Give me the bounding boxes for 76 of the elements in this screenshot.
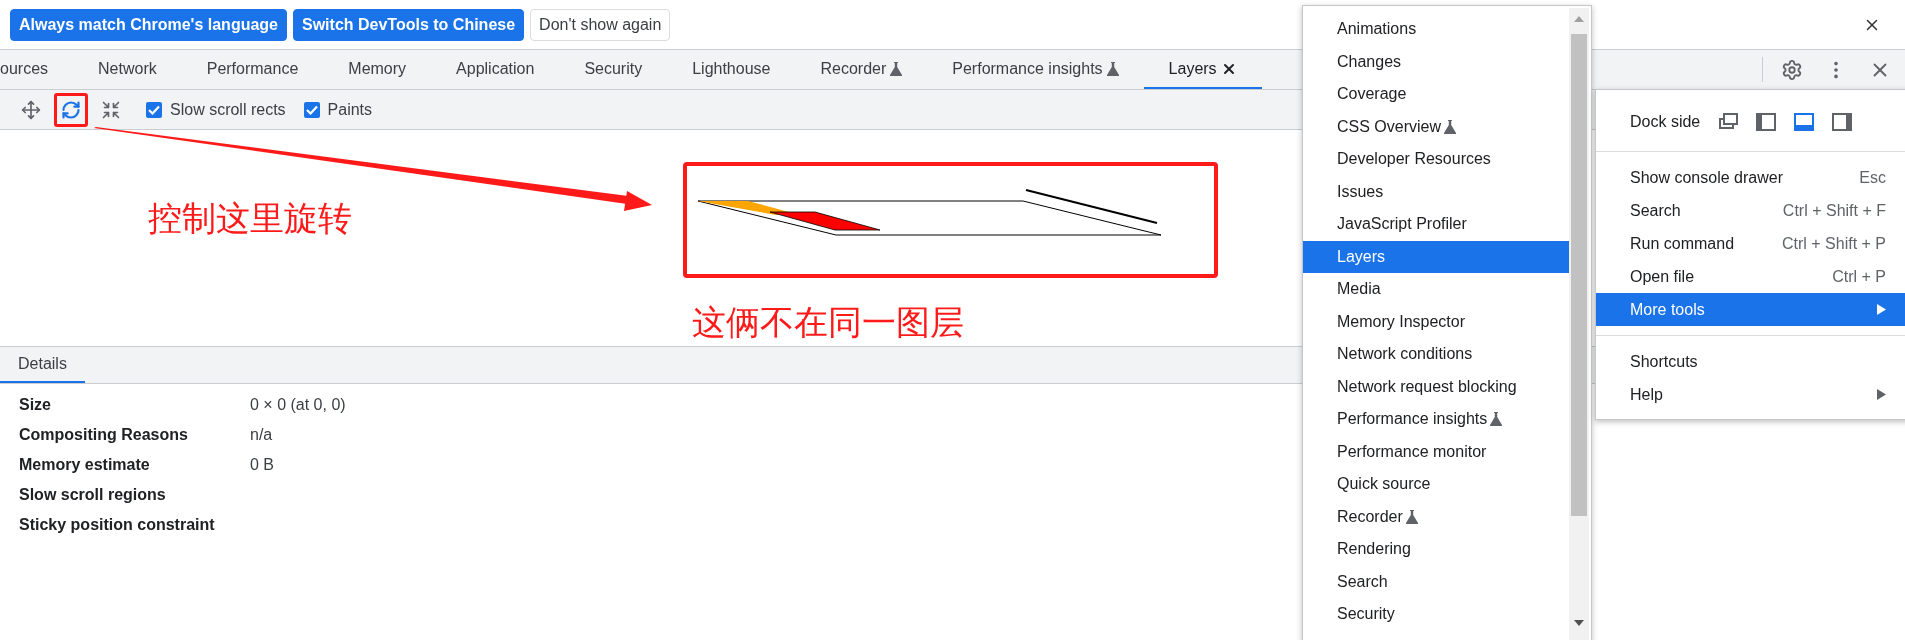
dock-side-label: Dock side [1630, 113, 1701, 131]
detail-value: 0 × 0 (at 0, 0) [250, 395, 346, 415]
detail-label: Compositing Reasons [19, 425, 189, 445]
panel-tab[interactable]: Security [559, 50, 668, 89]
detail-label: Sticky position constraint [19, 515, 216, 535]
menu-item[interactable]: Help [1596, 378, 1905, 411]
annotation-text: 这俩不在同一图层 [692, 301, 964, 344]
menu-item[interactable]: Layers [1303, 240, 1569, 273]
detail-label: Slow scroll regions [19, 485, 167, 505]
shortcut-text: Ctrl + P [1832, 267, 1886, 286]
menu-item[interactable]: Run command Ctrl + Shift + P [1596, 227, 1905, 260]
move-icon [21, 99, 41, 120]
menu-item[interactable]: Issues [1303, 175, 1569, 208]
panel-tab[interactable]: Memory [323, 50, 432, 89]
menu-item[interactable]: Memory Inspector [1303, 305, 1569, 338]
menu-item[interactable]: Rendering [1303, 533, 1569, 566]
panel-tab[interactable]: ources [0, 50, 74, 89]
panel-tab[interactable]: Performance [181, 50, 324, 89]
checkbox[interactable] [303, 101, 320, 118]
menu-item[interactable]: Recorder [1303, 500, 1569, 533]
checkbox-label: Slow scroll rects [170, 100, 286, 119]
flask-icon [890, 61, 903, 76]
menu-item[interactable]: Shortcuts [1596, 345, 1905, 378]
scroll-down-icon[interactable] [1574, 620, 1584, 626]
menu-item[interactable]: JavaScript Profiler [1303, 208, 1569, 241]
checkbox-label: Paints [327, 100, 373, 119]
annotation-text: 控制这里旋转 [148, 197, 352, 240]
panel-tab[interactable]: Network [73, 50, 182, 89]
menu-item[interactable]: Performance insights [1303, 403, 1569, 436]
menu-item[interactable]: Show console drawer Esc [1596, 161, 1905, 194]
detail-value: 0 B [250, 455, 274, 475]
shortcut-text: Ctrl + Shift + P [1781, 234, 1886, 253]
detail-label: Memory estimate [19, 455, 151, 475]
infobar-button[interactable]: Don't show again [530, 8, 671, 41]
menu-item[interactable]: Security [1303, 598, 1569, 631]
flask-icon [1405, 509, 1418, 524]
menu-item[interactable]: Coverage [1303, 78, 1569, 111]
rotate-icon [61, 99, 81, 120]
menu-item[interactable]: More tools [1596, 293, 1905, 326]
scrollbar[interactable] [1569, 8, 1589, 640]
details-tab[interactable]: Details [0, 347, 85, 383]
submenu-arrow-icon [1877, 389, 1886, 400]
menu-item[interactable]: Animations [1303, 13, 1569, 46]
infobar-button[interactable]: Always match Chrome's language [10, 8, 287, 41]
menu-item[interactable]: Performance monitor [1303, 435, 1569, 468]
shortcut-text: Esc [1859, 168, 1886, 187]
panel-tab[interactable]: Performance insights [927, 50, 1144, 89]
detail-value: n/a [250, 425, 273, 445]
menu-item[interactable]: Search [1303, 565, 1569, 598]
menu-item[interactable]: Network request blocking [1303, 370, 1569, 403]
menu-item[interactable]: Quick source [1303, 468, 1569, 501]
shortcut-text: Ctrl + Shift + F [1782, 201, 1886, 220]
flask-icon [1444, 119, 1457, 134]
menu-item[interactable]: Developer Resources [1303, 143, 1569, 176]
tool-button[interactable] [54, 92, 88, 127]
detail-label: Size [19, 395, 52, 415]
dock-bottom-icon[interactable] [1794, 113, 1815, 131]
menu-item[interactable]: CSS Overview [1303, 110, 1569, 143]
menu-item[interactable]: Media [1303, 273, 1569, 306]
dock-right-icon[interactable] [1832, 113, 1853, 131]
menu-item[interactable]: Open file Ctrl + P [1596, 260, 1905, 293]
shrink-icon [101, 99, 121, 120]
settings-icon[interactable] [1781, 58, 1803, 81]
checkbox[interactable] [146, 101, 162, 118]
panel-tab[interactable]: Lighthouse [667, 50, 796, 89]
flask-icon [1490, 412, 1503, 427]
panel-tab[interactable]: Recorder [795, 50, 928, 89]
menu-item[interactable]: Network conditions [1303, 338, 1569, 371]
panel-tab[interactable]: Application [431, 50, 560, 89]
submenu-arrow-icon [1877, 304, 1886, 315]
dock-undock-icon[interactable] [1718, 113, 1739, 131]
infobar-button[interactable]: Switch DevTools to Chinese [293, 8, 525, 41]
menu-item[interactable]: Changes [1303, 45, 1569, 78]
flask-icon [1106, 61, 1119, 76]
dock-left-icon[interactable] [1756, 113, 1777, 131]
menu-item[interactable]: Search Ctrl + Shift + F [1596, 194, 1905, 227]
